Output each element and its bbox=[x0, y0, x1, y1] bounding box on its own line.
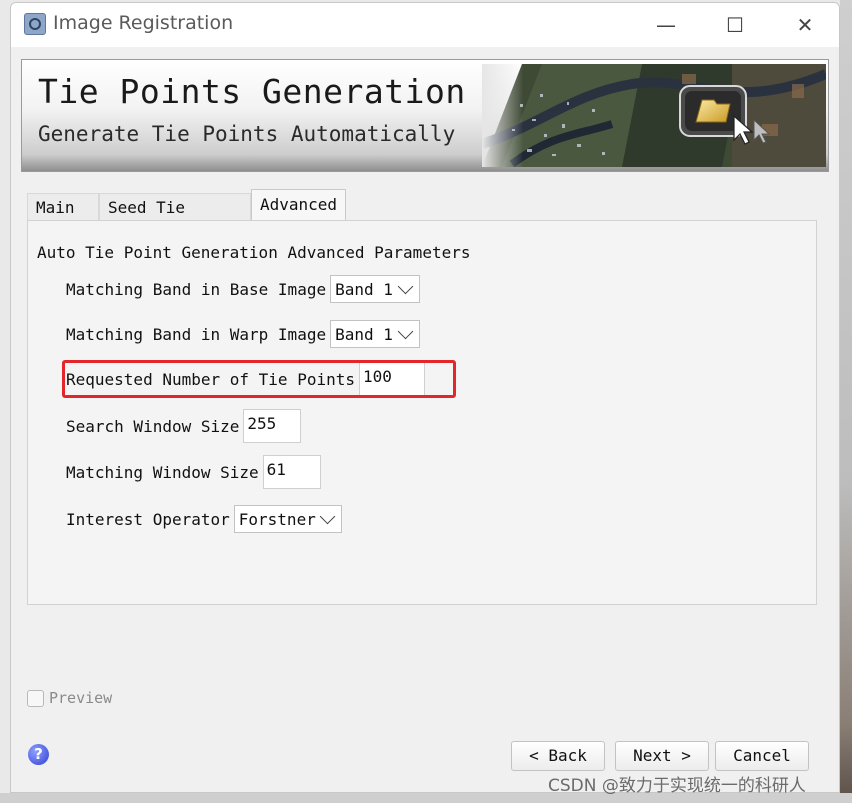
row-interest-operator: Interest Operator Forstner bbox=[66, 504, 342, 534]
matching-window-input[interactable]: 61 bbox=[262, 455, 321, 489]
matching-band-base-select[interactable]: Band 1 bbox=[330, 275, 421, 303]
preview-checkbox[interactable] bbox=[27, 689, 44, 707]
matching-window-label: Matching Window Size bbox=[66, 462, 259, 482]
preview-option[interactable]: Preview bbox=[27, 689, 112, 707]
wizard-banner: Tie Points Generation Generate Tie Point… bbox=[21, 59, 829, 172]
tab-seed-tie-points[interactable]: Seed Tie Points bbox=[99, 193, 251, 245]
tab-advanced[interactable]: Advanced bbox=[251, 189, 346, 222]
chevron-down-icon bbox=[397, 323, 414, 340]
advanced-panel: Auto Tie Point Generation Advanced Param… bbox=[27, 220, 817, 605]
interest-operator-value: Forstner bbox=[238, 509, 316, 529]
row-matching-band-base: Matching Band in Base Image Band 1 bbox=[66, 274, 421, 304]
matching-band-base-value: Band 1 bbox=[335, 279, 393, 299]
banner-title: Tie Points Generation bbox=[38, 72, 466, 111]
title-bar[interactable]: Image Registration — ☐ ✕ bbox=[11, 3, 839, 47]
preview-label: Preview bbox=[49, 689, 113, 707]
search-window-input[interactable]: 255 bbox=[243, 409, 302, 443]
search-window-label: Search Window Size bbox=[66, 416, 240, 436]
section-title: Auto Tie Point Generation Advanced Param… bbox=[37, 243, 471, 262]
annotation-highlight-box bbox=[62, 360, 456, 398]
matching-band-warp-select[interactable]: Band 1 bbox=[330, 320, 421, 348]
chevron-down-icon bbox=[397, 278, 414, 295]
cancel-button[interactable]: Cancel bbox=[715, 741, 809, 771]
window-title: Image Registration bbox=[53, 12, 234, 34]
back-button[interactable]: < Back bbox=[511, 741, 605, 771]
background-desktop bbox=[840, 0, 852, 803]
interest-operator-select[interactable]: Forstner bbox=[233, 505, 342, 533]
maximize-button[interactable]: ☐ bbox=[712, 9, 758, 41]
banner-subtitle: Generate Tie Points Automatically bbox=[38, 122, 456, 146]
close-button[interactable]: ✕ bbox=[782, 9, 828, 41]
tab-main[interactable]: Main bbox=[27, 193, 99, 221]
interest-operator-label: Interest Operator bbox=[66, 509, 230, 529]
matching-band-warp-label: Matching Band in Warp Image bbox=[66, 324, 327, 344]
row-search-window: Search Window Size 255 bbox=[66, 409, 302, 443]
help-icon[interactable]: ? bbox=[28, 744, 49, 765]
row-matching-band-warp: Matching Band in Warp Image Band 1 bbox=[66, 319, 421, 349]
image-registration-window: Image Registration — ☐ ✕ Tie Points Gene… bbox=[10, 2, 840, 793]
minimize-button[interactable]: — bbox=[643, 9, 689, 41]
row-matching-window: Matching Window Size 61 bbox=[66, 455, 321, 489]
app-globe-icon bbox=[24, 13, 46, 35]
next-button[interactable]: Next > bbox=[615, 741, 709, 771]
satellite-image bbox=[482, 64, 826, 167]
chevron-down-icon bbox=[319, 508, 336, 525]
watermark-text: CSDN @致力于实现统一的科研人 bbox=[548, 776, 806, 796]
matching-band-warp-value: Band 1 bbox=[335, 324, 393, 344]
matching-band-base-label: Matching Band in Base Image bbox=[66, 279, 327, 299]
